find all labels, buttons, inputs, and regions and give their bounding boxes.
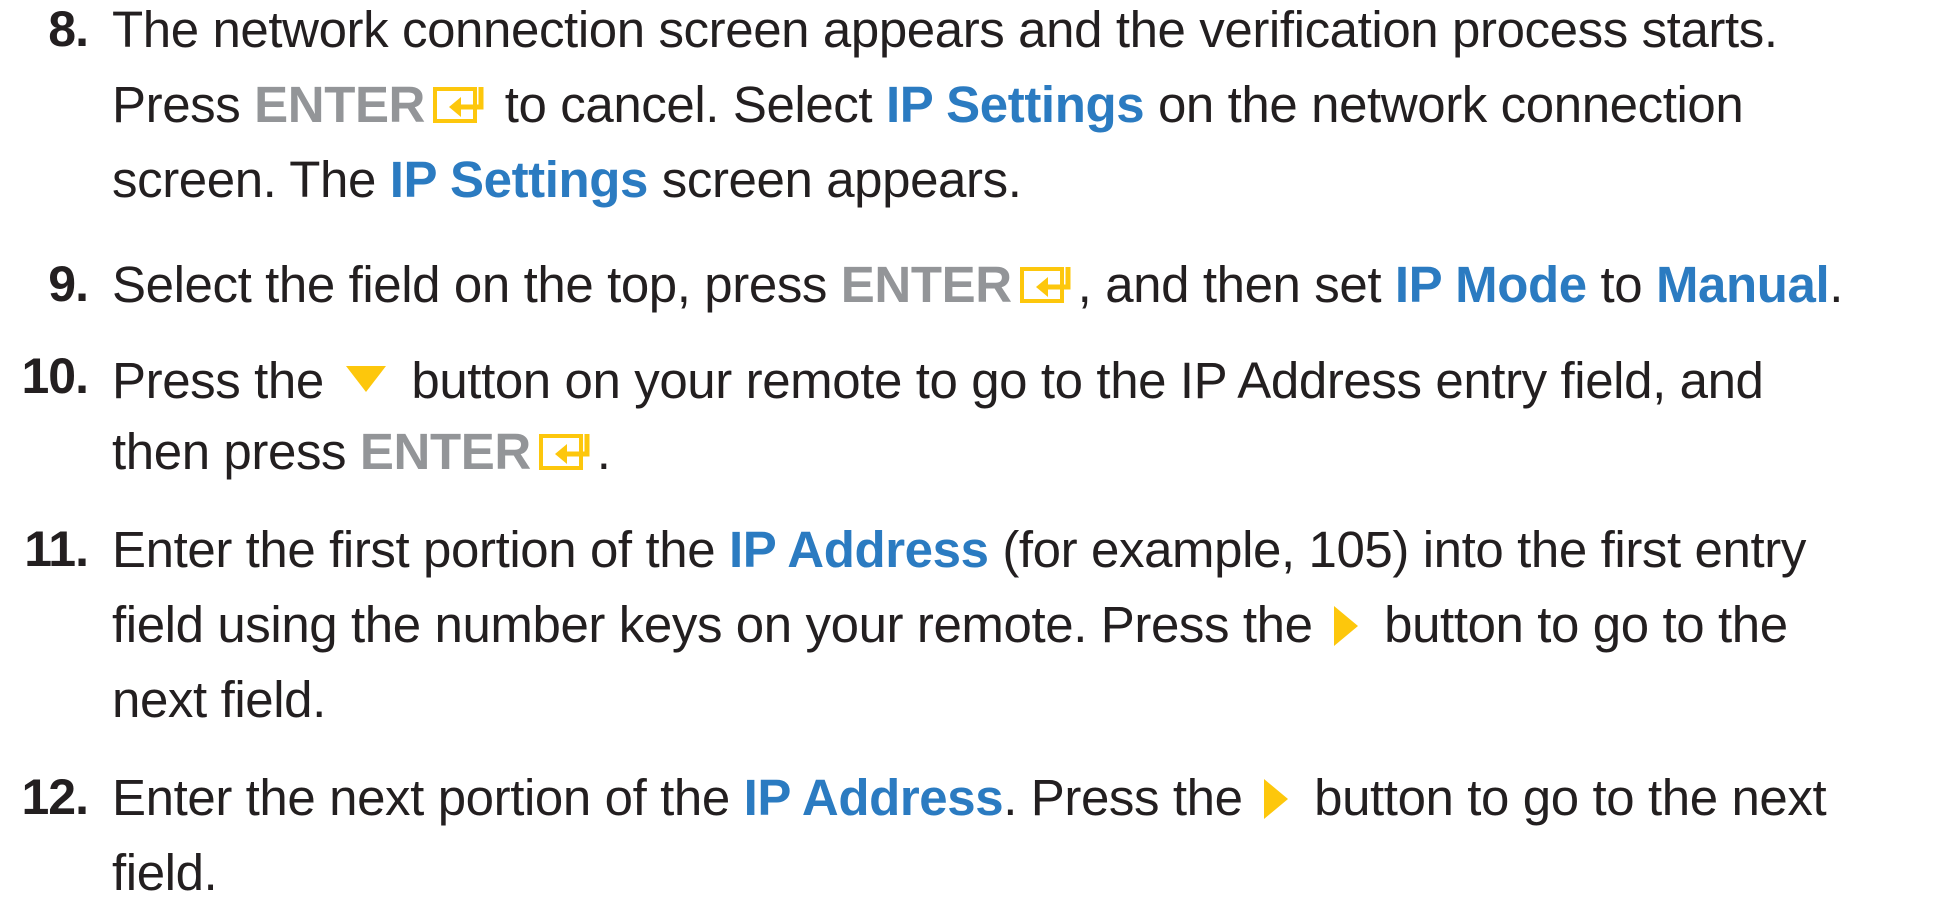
step-line: Press the button on your remote to go to… — [112, 339, 1930, 414]
step-text: Enter the next portion of the IP Address… — [112, 760, 1930, 910]
step-text: Press the button on your remote to go to… — [112, 339, 1930, 489]
ip-settings-term: IP Settings — [885, 76, 1145, 133]
right-arrow-icon — [1262, 766, 1290, 819]
enter-key-label: ENTER — [840, 256, 1012, 313]
enter-key-icon — [538, 417, 597, 470]
ip-settings-term: IP Settings — [389, 151, 649, 208]
step-line: Select the field on the top, press ENTER… — [112, 247, 1930, 322]
step-line: next field. — [112, 671, 326, 728]
step-line: Enter the next portion of the IP Address… — [112, 760, 1930, 835]
step-number: 10. — [21, 348, 89, 404]
right-arrow-icon — [1332, 593, 1360, 646]
step-line: field using the number keys on your remo… — [112, 587, 1930, 662]
step-number: 9. — [48, 256, 89, 312]
step-line: screen. The IP Settings screen appears. — [112, 151, 1022, 208]
enter-key-label: ENTER — [254, 76, 425, 133]
step-line: field. — [112, 844, 218, 901]
step-line: then press ENTER. — [112, 414, 1930, 489]
step-text: Select the field on the top, press ENTER… — [112, 247, 1930, 322]
step-text: The network connection screen appears an… — [112, 0, 1930, 217]
step-number: 11. — [24, 521, 89, 577]
step-line: The network connection screen appears an… — [112, 1, 1778, 58]
enter-key-label: ENTER — [359, 423, 531, 480]
ip-mode-term: IP Mode — [1394, 256, 1587, 313]
step-number: 12. — [21, 769, 89, 825]
step-line: Press ENTER to cancel. Select IP Setting… — [112, 67, 1930, 142]
step-text: Enter the first portion of the IP Addres… — [112, 512, 1930, 737]
step-number: 8. — [48, 1, 89, 57]
enter-key-icon — [433, 70, 491, 123]
enter-key-icon — [1019, 250, 1078, 303]
ip-address-term: IP Address — [743, 769, 1004, 826]
down-arrow-icon — [344, 339, 388, 392]
step-line: Enter the first portion of the IP Addres… — [112, 521, 1806, 578]
manual-term: Manual — [1655, 256, 1830, 313]
ip-address-term: IP Address — [728, 521, 989, 578]
